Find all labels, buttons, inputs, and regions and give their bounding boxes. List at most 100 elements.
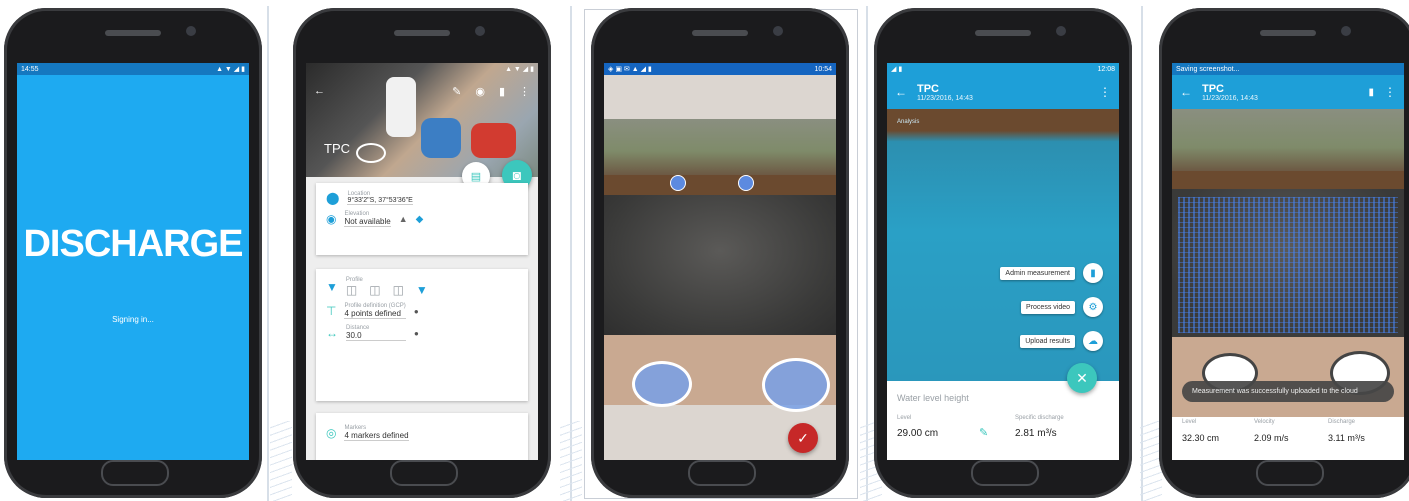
speed-dial-menu: Admin measurement ▮ Process video ⚙ Uplo…	[1000, 263, 1103, 351]
level-value[interactable]: 29.00 cm	[897, 428, 938, 439]
home-button[interactable]	[688, 460, 756, 486]
status-bar: Saving screenshot...	[1172, 63, 1404, 75]
signing-in-text: Signing in...	[112, 315, 154, 324]
status-bar: ◈ ▣ ✉ ▲ ◢ ▮ 10:54	[604, 63, 836, 75]
velocity-vectors	[1178, 197, 1398, 333]
level-value: 32.30 cm	[1182, 433, 1220, 443]
target-marker-right[interactable]	[762, 358, 830, 412]
status-bar: ▲ ▼ ◢ ▮	[306, 63, 538, 75]
pencil-icon[interactable]: ✎	[452, 85, 461, 98]
confirm-fab[interactable]: ✓	[788, 423, 818, 453]
gcp-marker-icon[interactable]	[670, 175, 686, 191]
target-marker-left[interactable]	[632, 361, 692, 407]
admin-measurement-button[interactable]: Admin measurement	[1000, 266, 1075, 280]
measurement-screen: ◢ ▮ 12:08 ← TPC 11/23/2016, 14:43 ⋮ Anal…	[887, 63, 1119, 460]
delete-icon[interactable]: ▮	[1368, 87, 1374, 98]
level-label: Level	[897, 415, 912, 421]
info-icon[interactable]: ●	[414, 307, 419, 316]
site-detail-screen: ▲ ▼ ◢ ▮ ← ✎ ◉ ▮ ⋮ TPC ▤ ◙ ⬤ Location 9°3…	[306, 63, 538, 460]
preview-label: Analysis	[897, 119, 920, 125]
speaker	[1260, 30, 1316, 36]
discharge-label: Specific discharge	[1015, 415, 1064, 421]
profile-shape-option-icon[interactable]: ◫	[393, 283, 404, 297]
level-label: Level	[1182, 419, 1197, 425]
location-pin-icon: ⬤	[326, 191, 340, 205]
status-bar: 14:55 ▲ ▼ ◢ ▮	[17, 63, 249, 75]
warning-icon[interactable]: ▲	[399, 214, 408, 224]
page-title: TPC	[917, 82, 939, 95]
delete-icon[interactable]: ▮	[499, 85, 505, 98]
profile-shape-option-icon[interactable]: ◫	[346, 283, 357, 297]
gcp-icon: ⊤	[326, 304, 337, 318]
elevation-value[interactable]: Not available	[344, 217, 391, 227]
back-arrow-icon[interactable]: ←	[1180, 85, 1192, 99]
speaker	[105, 30, 161, 36]
process-video-button[interactable]: Process video	[1021, 300, 1075, 314]
discharge-value: 2.81 m³/s	[1015, 428, 1057, 439]
front-camera	[475, 26, 485, 36]
pipe-image	[1172, 171, 1404, 189]
edit-pencil-icon[interactable]: ✎	[979, 426, 988, 439]
more-vert-icon[interactable]: ⋮	[1099, 85, 1111, 99]
home-button[interactable]	[971, 460, 1039, 486]
markers-card: ◎ Markers 4 markers defined	[316, 413, 528, 460]
status-icons: ▲ ▼ ◢ ▮	[505, 66, 534, 73]
profile-shape-option-icon[interactable]: ◫	[369, 283, 380, 297]
status-time: 10:54	[814, 65, 832, 73]
discharge-label: Discharge	[1328, 419, 1356, 425]
page-title: TPC	[1202, 82, 1224, 95]
gcp-marker-icon[interactable]	[738, 175, 754, 191]
distance-value[interactable]: 30.0	[346, 331, 406, 341]
back-arrow-icon[interactable]: ←	[314, 85, 325, 98]
status-icons: ◢ ▮	[891, 66, 903, 73]
info-icon[interactable]: ●	[414, 329, 419, 338]
more-vert-icon[interactable]: ⋮	[1384, 85, 1396, 99]
close-speed-dial-fab[interactable]: ✕	[1067, 363, 1097, 393]
home-button[interactable]	[1256, 460, 1324, 486]
water-image	[604, 195, 836, 335]
results-screen: Saving screenshot... ← TPC 11/23/2016, 1…	[1172, 63, 1404, 460]
location-icon[interactable]: ◉	[475, 85, 485, 98]
status-icons: ▲ ▼ ◢ ▮	[216, 66, 245, 73]
gps-icon[interactable]: ◆	[416, 214, 424, 225]
camera-screen: ◈ ▣ ✉ ▲ ◢ ▮ 10:54 ✓	[604, 63, 836, 460]
app-bar: ← TPC 11/23/2016, 14:43 ▮ ⋮	[1172, 75, 1404, 109]
more-vert-icon[interactable]: ⋮	[519, 85, 530, 98]
back-arrow-icon[interactable]: ←	[895, 85, 907, 99]
gcp-value[interactable]: 4 points defined	[344, 309, 406, 319]
home-button[interactable]	[101, 460, 169, 486]
upload-results-button[interactable]: Upload results	[1020, 334, 1075, 348]
site-photo	[306, 63, 538, 177]
bank-image	[1172, 109, 1404, 173]
profile-shape-option-icon[interactable]: ▼	[416, 283, 428, 297]
person-figure	[471, 123, 516, 158]
markers-value[interactable]: 4 markers defined	[344, 431, 409, 441]
elevation-icon: ◉	[326, 212, 337, 226]
status-icons-left: ◈ ▣ ✉ ▲ ◢ ▮	[608, 66, 652, 73]
phone-camera-view: ◈ ▣ ✉ ▲ ◢ ▮ 10:54 ✓	[591, 8, 849, 498]
status-bar: ◢ ▮ 12:08	[887, 63, 1119, 75]
divider	[267, 6, 269, 501]
site-label: TPC	[324, 141, 350, 156]
markers-icon: ◎	[326, 426, 337, 440]
location-value[interactable]: 9°33'2"S, 37°53'36"E	[347, 197, 413, 205]
process-icon[interactable]: ⚙	[1083, 297, 1103, 317]
app-bar: ← TPC 11/23/2016, 14:43 ⋮	[887, 75, 1119, 109]
phone-site-detail: ▲ ▼ ◢ ▮ ← ✎ ◉ ▮ ⋮ TPC ▤ ◙ ⬤ Location 9°3…	[293, 8, 551, 498]
speaker	[975, 30, 1031, 36]
app-logo: DISCHARGE	[23, 223, 243, 265]
photo-toolbar: ← ✎ ◉ ▮ ⋮	[314, 85, 530, 98]
profile-icon: ▼	[326, 280, 338, 294]
pipe-image	[604, 175, 836, 195]
home-button[interactable]	[390, 460, 458, 486]
cloud-upload-icon[interactable]: ☁	[1083, 331, 1103, 351]
background-decoration	[270, 421, 292, 501]
phone-icon[interactable]: ▮	[1083, 263, 1103, 283]
phone-measurement: ◢ ▮ 12:08 ← TPC 11/23/2016, 14:43 ⋮ Anal…	[874, 8, 1132, 498]
page-subtitle: 11/23/2016, 14:43	[917, 94, 973, 102]
front-camera	[773, 26, 783, 36]
page-subtitle: 11/23/2016, 14:43	[1202, 94, 1258, 102]
marker-target	[356, 143, 386, 163]
phone-splash: 14:55 ▲ ▼ ◢ ▮ DISCHARGE Signing in...	[4, 8, 262, 498]
front-camera	[186, 26, 196, 36]
